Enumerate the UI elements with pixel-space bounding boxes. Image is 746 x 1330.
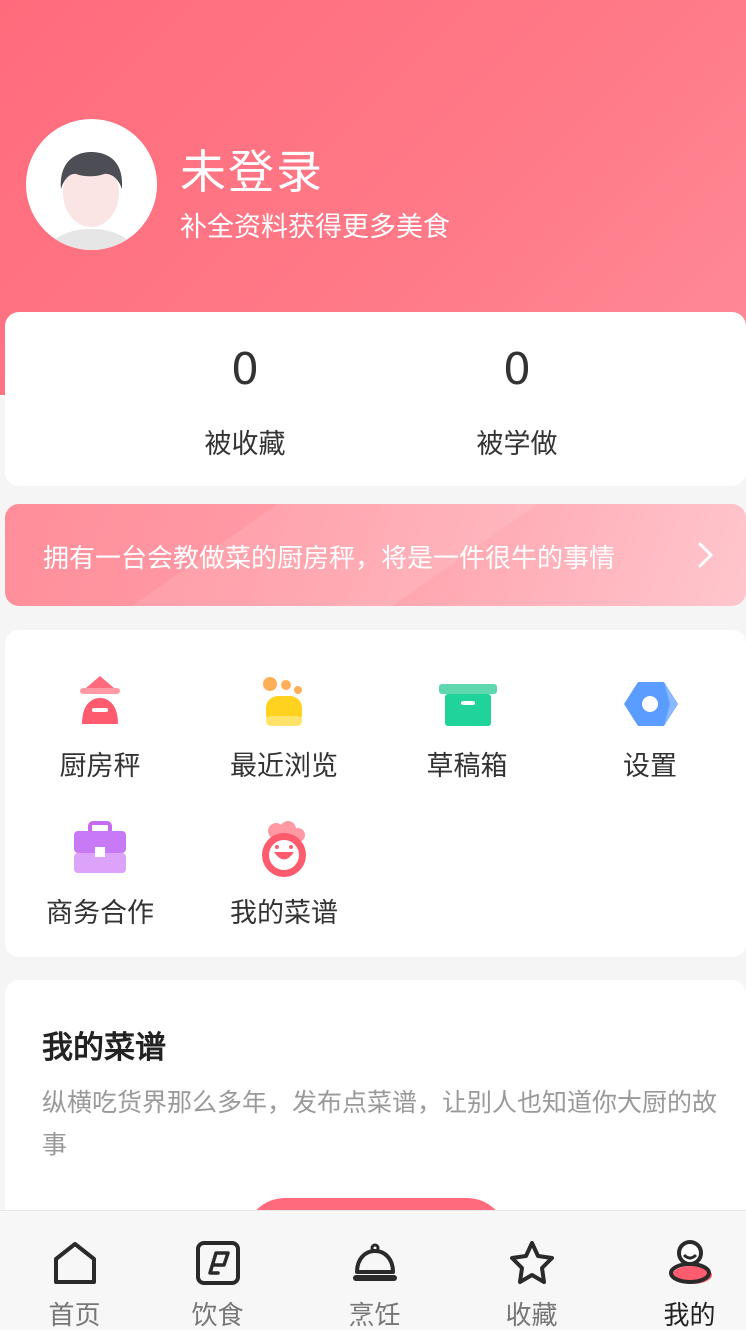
- stats-card: 0 被收藏 0 被学做: [5, 312, 746, 486]
- chef-hat-icon: [262, 821, 306, 877]
- tool-label: 商务合作: [46, 898, 154, 929]
- business-briefcase-icon: [74, 821, 126, 873]
- tab-label: 饮食: [191, 1301, 244, 1330]
- home-icon: [53, 1242, 96, 1284]
- profile-icon: [668, 1240, 712, 1284]
- diet-icon: [195, 1241, 240, 1285]
- stat-learned-value: 0: [503, 344, 531, 395]
- tab-diet[interactable]: 饮食: [143, 1211, 292, 1330]
- user-name[interactable]: 未登录: [180, 136, 324, 202]
- tool-drafts[interactable]: 草稿箱: [375, 674, 559, 783]
- tool-label: 厨房秤: [59, 751, 141, 782]
- star-icon: [509, 1241, 554, 1284]
- settings-icon: [624, 682, 678, 726]
- stat-learned[interactable]: 0 被学做: [417, 348, 617, 461]
- bottom-tab-bar: 首页 饮食 烹饪 收藏 我的: [0, 1210, 746, 1330]
- my-recipes-card: 我的菜谱 纵横吃货界那么多年，发布点菜谱，让别人也知道你大厨的故事: [5, 980, 746, 1240]
- tool-label: 设置: [623, 751, 677, 782]
- banner-text: 拥有一台会教做菜的厨房秤，将是一件很牛的事情: [43, 544, 616, 574]
- tab-label: 烹饪: [348, 1301, 401, 1330]
- cloche-icon: [352, 1243, 397, 1281]
- tool-label: 最近浏览: [230, 751, 338, 782]
- tab-mine[interactable]: 我的: [615, 1211, 746, 1330]
- my-recipes-title: 我的菜谱: [42, 1030, 166, 1066]
- stat-collected[interactable]: 0 被收藏: [145, 348, 345, 461]
- recent-browse-icon: [263, 677, 302, 726]
- default-avatar-icon: [49, 152, 133, 250]
- tool-label: 我的菜谱: [230, 898, 338, 929]
- kitchen-scale-icon: [80, 676, 120, 724]
- tab-label: 我的: [663, 1301, 716, 1330]
- stat-learned-label: 被学做: [476, 429, 558, 460]
- tools-grid: 厨房秤 最近浏览 草稿箱 设置 商务合作 我的菜谱: [5, 630, 746, 957]
- tool-business[interactable]: 商务合作: [8, 821, 192, 930]
- kitchen-scale-banner[interactable]: 拥有一台会教做菜的厨房秤，将是一件很牛的事情: [5, 504, 746, 606]
- tool-kitchen-scale[interactable]: 厨房秤: [8, 674, 192, 783]
- tab-favorites[interactable]: 收藏: [457, 1211, 606, 1330]
- tab-label: 首页: [48, 1301, 101, 1330]
- stat-collected-label: 被收藏: [204, 429, 286, 460]
- tool-settings[interactable]: 设置: [558, 674, 742, 783]
- chevron-right-icon: [698, 542, 713, 568]
- my-recipes-description: 纵横吃货界那么多年，发布点菜谱，让别人也知道你大厨的故事: [42, 1088, 718, 1159]
- stat-collected-value: 0: [231, 344, 259, 395]
- tool-recent-browse[interactable]: 最近浏览: [192, 674, 376, 783]
- avatar[interactable]: [26, 119, 157, 250]
- tab-label: 收藏: [505, 1301, 558, 1330]
- user-subtitle[interactable]: 补全资料获得更多美食: [180, 205, 450, 244]
- tab-home[interactable]: 首页: [0, 1211, 149, 1330]
- tool-my-recipes[interactable]: 我的菜谱: [192, 821, 376, 930]
- drafts-box-icon: [439, 684, 497, 726]
- tool-label: 草稿箱: [426, 751, 508, 782]
- tab-cooking[interactable]: 烹饪: [300, 1211, 449, 1330]
